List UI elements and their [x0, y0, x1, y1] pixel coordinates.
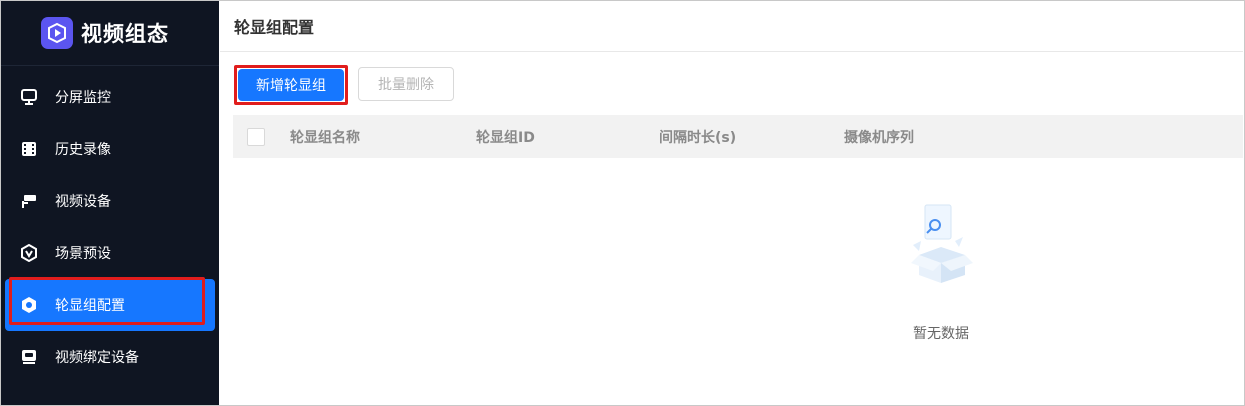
- sidebar-item-label: 场景预设: [55, 246, 111, 262]
- batch-delete-button[interactable]: 批量删除: [358, 67, 454, 101]
- sidebar-item-history[interactable]: 历史录像: [5, 123, 215, 175]
- table-header: 轮显组名称 轮显组ID 间隔时长(s) 摄像机序列: [233, 115, 1243, 158]
- empty-state-text: 暂无数据: [913, 326, 969, 342]
- toolbar: 新增轮显组 批量删除: [234, 65, 454, 105]
- main-content: 轮显组配置 新增轮显组 批量删除 轮显组名称 轮显组ID 间隔时长(s) 摄像机…: [220, 1, 1243, 405]
- sidebar-item-label: 视频设备: [55, 194, 111, 210]
- empty-box-icon: [896, 201, 986, 289]
- sidebar-item-label: 历史录像: [55, 142, 111, 158]
- camera-icon: [19, 191, 39, 211]
- film-icon: [19, 139, 39, 159]
- monitor-icon: [19, 87, 39, 107]
- brand: 视频组态: [1, 1, 219, 66]
- sidebar-item-rotation-group[interactable]: 轮显组配置: [5, 277, 215, 331]
- sidebar-nav: 分屏监控 历史录像 视频设备 场景预设 轮显组配置 视频绑定设备: [1, 71, 219, 383]
- sidebar-item-scene-preset[interactable]: 场景预设: [5, 227, 215, 279]
- column-header-interval[interactable]: 间隔时长(s): [659, 127, 736, 147]
- select-all-checkbox[interactable]: [247, 127, 265, 146]
- app-title: 视频组态: [81, 22, 169, 46]
- scene-preset-icon: [19, 243, 39, 263]
- column-header-id[interactable]: 轮显组ID: [476, 127, 535, 147]
- column-header-camera-sequence[interactable]: 摄像机序列: [844, 127, 914, 147]
- add-rotation-group-button[interactable]: 新增轮显组: [238, 69, 344, 101]
- sidebar-item-label: 轮显组配置: [55, 298, 125, 314]
- page-header: 轮显组配置: [220, 1, 1243, 52]
- sidebar-item-label: 分屏监控: [55, 90, 111, 106]
- column-header-name[interactable]: 轮显组名称: [290, 127, 360, 147]
- sidebar-item-video-bind[interactable]: 视频绑定设备: [5, 331, 215, 383]
- sidebar-item-label: 视频绑定设备: [55, 350, 139, 366]
- sidebar-item-split-screen[interactable]: 分屏监控: [5, 71, 215, 123]
- app-logo-icon: [41, 17, 73, 49]
- page-title: 轮显组配置: [234, 18, 315, 37]
- add-button-highlight: 新增轮显组: [234, 65, 348, 105]
- sidebar: 视频组态 分屏监控 历史录像 视频设备 场景预设 轮显组配置 视频绑定设备: [1, 1, 219, 405]
- sidebar-item-video-devices[interactable]: 视频设备: [5, 175, 215, 227]
- empty-state: 暂无数据: [896, 201, 986, 343]
- rotation-group-icon: [19, 295, 39, 315]
- device-bind-icon: [19, 347, 39, 367]
